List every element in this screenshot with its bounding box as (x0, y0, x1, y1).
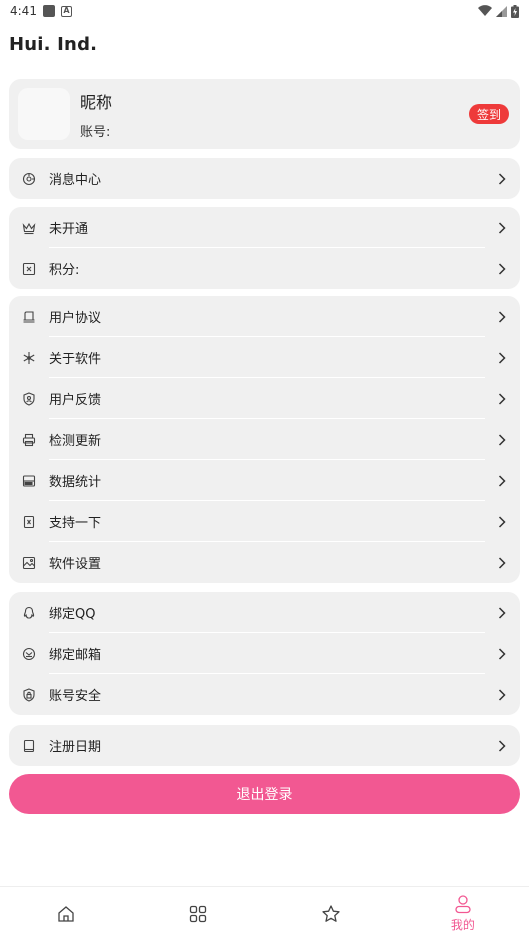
menu-label: 软件设置 (49, 557, 102, 572)
menu-label: 注册日期 (49, 740, 102, 755)
menu-label: 消息中心 (49, 173, 102, 188)
chevron-right-icon (496, 351, 508, 364)
menu-item-feedback[interactable]: 用户反馈 (9, 378, 520, 419)
nav-favorites[interactable] (265, 887, 397, 940)
menu-item-account-security[interactable]: 账号安全 (9, 674, 520, 715)
star-icon (321, 904, 340, 922)
avatar[interactable] (18, 88, 70, 140)
message-icon (21, 171, 37, 187)
menu-item-user-agreement[interactable]: 用户协议 (9, 296, 520, 337)
menu-label: 用户协议 (49, 311, 102, 326)
checkin-button[interactable]: 签到 (468, 104, 509, 124)
settings-group-register: 注册日期 (9, 725, 520, 766)
grid-icon (190, 905, 207, 922)
printer-icon (21, 432, 37, 448)
stats-icon (21, 473, 37, 489)
home-icon (58, 905, 74, 922)
nav-profile-label: 我的 (450, 918, 475, 932)
settings-group-general: 用户协议 关于软件 用户反馈 检测更新 数据统计 支持一下 软件设置 (9, 296, 520, 583)
signal-icon (496, 5, 507, 17)
status-bar: 4:41 A (0, 0, 529, 22)
settings-group-membership: 未开通 积分: (9, 207, 520, 289)
chevron-right-icon (496, 515, 508, 528)
settings-group-binding: 绑定QQ 绑定邮箱 账号安全 (9, 592, 520, 715)
chevron-right-icon (496, 262, 508, 275)
nickname: 昵称 (80, 92, 113, 112)
menu-item-bind-qq[interactable]: 绑定QQ (9, 592, 520, 633)
menu-item-statistics[interactable]: 数据统计 (9, 460, 520, 501)
qq-icon (21, 605, 37, 621)
nav-home[interactable] (0, 887, 132, 940)
menu-item-about[interactable]: 关于软件 (9, 337, 520, 378)
menu-item-support[interactable]: 支持一下 (9, 501, 520, 542)
wifi-icon (478, 5, 492, 17)
crown-icon (21, 220, 37, 236)
support-icon (21, 514, 37, 530)
user-icon (455, 895, 471, 914)
mail-icon (21, 646, 37, 662)
menu-label: 绑定邮箱 (49, 648, 102, 663)
menu-item-check-update[interactable]: 检测更新 (9, 419, 520, 460)
a-badge-icon: A (60, 5, 72, 17)
chevron-right-icon (496, 172, 508, 185)
account-label: 账号: (80, 124, 111, 140)
chevron-right-icon (496, 221, 508, 234)
menu-label: 数据统计 (49, 475, 102, 490)
menu-label: 检测更新 (49, 434, 102, 449)
chevron-right-icon (496, 647, 508, 660)
menu-item-register-date[interactable]: 注册日期 (9, 725, 520, 766)
notification-icon (42, 5, 55, 17)
profile-card[interactable]: 昵称 账号: 签到 (9, 79, 520, 149)
menu-item-settings[interactable]: 软件设置 (9, 542, 520, 583)
menu-label: 关于软件 (49, 352, 102, 367)
chevron-right-icon (496, 556, 508, 569)
tablet-icon (21, 738, 37, 754)
status-time: 4:41 (10, 4, 37, 18)
chevron-right-icon (496, 433, 508, 446)
shield-lock-icon (21, 687, 37, 703)
chevron-right-icon (496, 310, 508, 323)
image-settings-icon (21, 555, 37, 571)
app-title: Hui. Ind. (9, 34, 98, 55)
menu-label: 支持一下 (49, 516, 102, 531)
chevron-right-icon (496, 688, 508, 701)
battery-icon (511, 4, 519, 18)
menu-label: 未开通 (49, 222, 89, 237)
menu-label: 用户反馈 (49, 393, 102, 408)
logout-button[interactable]: 退出登录 (9, 774, 520, 814)
menu-label: 积分: (49, 263, 80, 278)
chevron-right-icon (496, 606, 508, 619)
menu-label: 账号安全 (49, 689, 102, 704)
chevron-right-icon (496, 392, 508, 405)
chevron-right-icon (496, 474, 508, 487)
chevron-right-icon (496, 739, 508, 752)
agreement-icon (21, 309, 37, 325)
menu-item-membership[interactable]: 未开通 (9, 207, 520, 248)
menu-item-bind-email[interactable]: 绑定邮箱 (9, 633, 520, 674)
shield-user-icon (21, 391, 37, 407)
bottom-nav: 我的 (0, 886, 529, 940)
menu-label: 绑定QQ (49, 607, 96, 622)
menu-item-points[interactable]: 积分: (9, 248, 520, 289)
settings-group-messages: 消息中心 (9, 158, 520, 199)
nav-categories[interactable] (132, 887, 264, 940)
points-icon (21, 261, 37, 277)
snowflake-icon (21, 350, 37, 366)
menu-item-message-center[interactable]: 消息中心 (9, 158, 520, 199)
nav-profile[interactable]: 我的 (397, 887, 529, 940)
